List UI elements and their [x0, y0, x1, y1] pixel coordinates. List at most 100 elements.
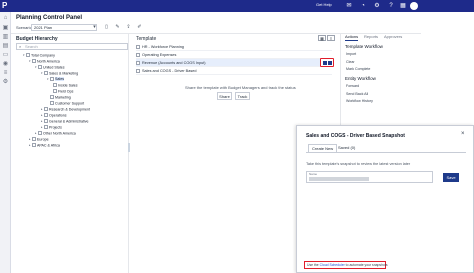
notification-icon[interactable]: ◔ [360, 3, 366, 9]
edit-icon[interactable]: ✎ [114, 24, 121, 31]
tree-item[interactable]: ▸ General & Administrative [41, 119, 89, 124]
close-icon[interactable]: × [461, 131, 465, 137]
snapshot-panel: Sales and COGS - Driver Based Snapshot ×… [296, 125, 474, 273]
tree-item[interactable]: ▾ United States [35, 65, 65, 70]
tree-item[interactable]: Customer Support [47, 101, 84, 106]
tree-checkbox[interactable] [50, 95, 54, 99]
camera-icon [323, 61, 327, 65]
tree-item[interactable]: ▸ APAC & Africa [29, 143, 60, 148]
chart-icon[interactable]: ▥ [2, 34, 9, 41]
app-logo-icon[interactable]: P [2, 1, 10, 11]
left-nav-rail: ⌂ ▣ ▥ ▤ ▭ ◉ ≡ ⚙ [0, 12, 11, 273]
tree-item[interactable]: ▸ Operations [41, 113, 67, 118]
page-header: Planning Control Panel Scenario: 2021 Pl… [11, 12, 421, 34]
list-view-icon[interactable]: ≡ [327, 35, 335, 41]
snapshot-name-field[interactable]: Name [306, 171, 433, 183]
user-icon[interactable]: ◉ [2, 61, 9, 68]
tree-item[interactable]: ▾ North America [29, 59, 60, 64]
mark-complete-action[interactable]: Mark Complete [346, 67, 370, 71]
top-bar: P Get Help ✉ ◔ ⚙ ? ▦ [0, 0, 474, 12]
message-icon[interactable]: ✉ [346, 3, 352, 9]
tree-checkbox[interactable] [44, 113, 48, 117]
home-icon[interactable]: ⌂ [2, 15, 9, 22]
pencil-icon[interactable]: ✐ [136, 24, 143, 31]
tree-checkbox[interactable] [38, 65, 42, 69]
budget-hierarchy-heading: Budget Hierarchy [16, 36, 58, 42]
list-icon[interactable]: ≡ [2, 70, 9, 77]
tree-checkbox[interactable] [50, 77, 54, 81]
gear-icon[interactable]: ⚙ [2, 79, 9, 86]
snapshot-description: Take this template's snapshot to review … [306, 162, 411, 166]
apps-icon[interactable]: ▦ [400, 3, 406, 9]
tree-item[interactable]: ▸ Other North America [35, 131, 76, 136]
share-button[interactable]: Share [217, 92, 232, 100]
template-checkbox[interactable] [136, 52, 140, 57]
folder-icon[interactable]: ▭ [2, 52, 9, 59]
tab-actions[interactable]: Actions [345, 34, 359, 41]
clear-action[interactable]: Clear [346, 60, 355, 64]
tree-item[interactable]: Marketing [47, 95, 71, 100]
tree-checkbox[interactable] [44, 119, 48, 123]
get-help-button[interactable]: Get Help [316, 2, 332, 7]
tree-checkbox[interactable] [38, 131, 42, 135]
tree-checkbox[interactable] [44, 71, 48, 75]
forward-action[interactable]: Forward [346, 84, 359, 88]
settings-icon[interactable]: ⚙ [374, 3, 380, 9]
import-action[interactable]: Import [346, 52, 356, 56]
help-icon[interactable]: ? [388, 3, 394, 9]
tree-item[interactable]: Inside Sales [50, 83, 78, 88]
tree-item[interactable]: Field Ops [50, 89, 73, 94]
calendar-icon[interactable]: ▣ [2, 25, 9, 32]
search-icon: ⌕ [19, 44, 22, 49]
cloud-scheduler-link[interactable]: Cloud Scheduler [320, 263, 345, 267]
entity-workflow-heading: Entity Workflow [345, 76, 376, 81]
tree-checkbox[interactable] [32, 143, 36, 147]
tree-item[interactable]: ▾ Sales & Marketing [41, 71, 78, 76]
page-title: Planning Control Panel [16, 15, 83, 21]
tree-item[interactable]: ▸ Research & Development [41, 107, 90, 112]
table-icon[interactable]: ▤ [2, 43, 9, 50]
chevron-down-icon: ▾ [93, 24, 96, 30]
search-input[interactable]: ⌕ Search [16, 43, 128, 50]
export-icon[interactable]: ⇪ [125, 24, 132, 31]
template-row[interactable]: Operating Expenses [136, 51, 332, 59]
save-button[interactable]: Save [443, 173, 459, 182]
tree-checkbox[interactable] [26, 53, 30, 57]
template-row[interactable]: Sales and COGS - Driver Based [136, 67, 332, 75]
template-row-selected[interactable]: Revenue (Accounts and COGS Input) [136, 59, 332, 67]
budget-hierarchy-panel: Budget Hierarchy ⌕ Search ▾ Total Company… [11, 34, 130, 273]
tree-item[interactable]: ▾ Total Company [23, 53, 55, 58]
tree-checkbox[interactable] [32, 59, 36, 63]
tree-checkbox[interactable] [53, 89, 57, 93]
snapshot-count-icon [328, 61, 332, 65]
send-back-all-action[interactable]: Send Back All [346, 92, 368, 96]
tree-item[interactable]: ▸ Europe [29, 137, 49, 142]
template-row[interactable]: HR - Workforce Planning [136, 43, 332, 51]
tree-checkbox[interactable] [32, 137, 36, 141]
snapshot-button[interactable] [320, 58, 334, 67]
name-field-label: Name [309, 172, 318, 176]
tab-create-new[interactable]: Create New [308, 144, 338, 152]
tree-checkbox[interactable] [44, 125, 48, 129]
template-checkbox[interactable] [136, 68, 140, 73]
template-checkbox[interactable] [136, 60, 140, 65]
workflow-history-action[interactable]: Workflow History [346, 99, 373, 103]
document-icon[interactable]: ▯ [103, 24, 110, 31]
tree-checkbox[interactable] [44, 107, 48, 111]
tab-reports[interactable]: Reports [364, 34, 378, 40]
tab-approvers[interactable]: Approvers [384, 34, 402, 40]
search-placeholder: Search [25, 44, 38, 49]
tree-item[interactable]: ▸ Projects [41, 125, 62, 130]
tab-saved[interactable]: Saved (0) [335, 144, 358, 152]
tree-checkbox[interactable] [53, 83, 57, 87]
grid-view-icon[interactable]: ▦ [318, 35, 326, 41]
template-workflow-heading: Template Workflow [345, 44, 383, 49]
template-checkbox[interactable] [136, 44, 140, 49]
avatar[interactable] [410, 2, 418, 10]
tree-item-selected[interactable]: ▾ Sales [47, 77, 64, 82]
scenario-select[interactable]: 2021 Plan [31, 24, 97, 31]
template-heading: Template [136, 36, 157, 42]
tree-checkbox[interactable] [50, 101, 54, 105]
share-instructions: Share the template with Budget Managers … [185, 85, 296, 90]
track-button[interactable]: Track [235, 92, 250, 100]
